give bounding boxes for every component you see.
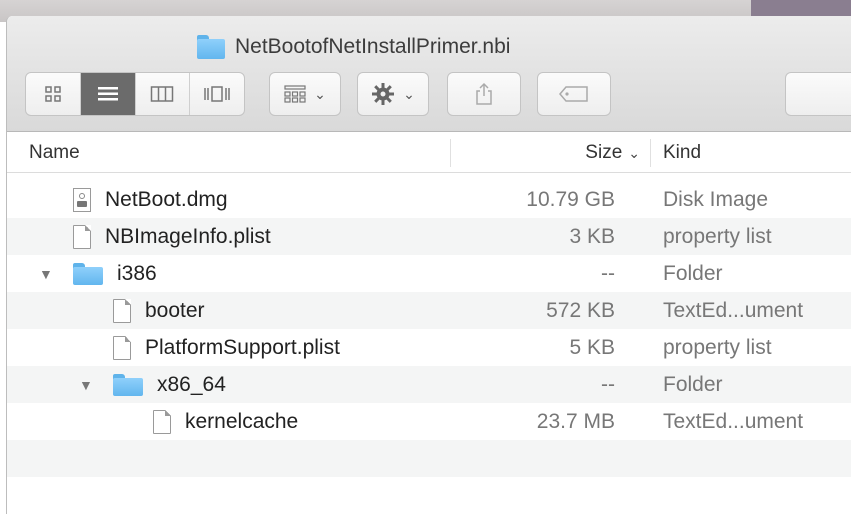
- gear-icon: [372, 83, 395, 105]
- file-name-cell: x86_64: [113, 366, 226, 403]
- file-size: 5 KB: [569, 335, 615, 359]
- empty-row: [7, 477, 851, 514]
- size-column-header[interactable]: Size ⌄: [585, 133, 640, 173]
- column-view-button[interactable]: [136, 73, 191, 115]
- document-icon: [153, 409, 171, 434]
- disclosure-triangle-icon[interactable]: ▼: [79, 366, 93, 403]
- file-name: PlatformSupport.plist: [145, 335, 340, 359]
- icon-view-icon: [45, 86, 61, 102]
- file-kind: property list: [663, 224, 772, 248]
- document-icon: [113, 335, 131, 360]
- window-title-text: NetBootofNetInstallPrimer.nbi: [235, 35, 511, 58]
- list-view-icon: [97, 87, 118, 101]
- window-title: NetBootofNetInstallPrimer.nbi: [197, 32, 510, 62]
- finder-window: NetBootofNetInstallPrimer.nbi ⌄ ⌄ Name S…: [6, 16, 851, 514]
- file-size: --: [601, 261, 615, 285]
- disclosure-triangle-icon[interactable]: ▼: [39, 255, 53, 292]
- titlebar: NetBootofNetInstallPrimer.nbi ⌄ ⌄: [7, 16, 851, 132]
- file-size: 10.79 GB: [526, 187, 615, 211]
- file-name: i386: [117, 261, 157, 285]
- action-button[interactable]: ⌄: [357, 72, 429, 116]
- chevron-down-icon: ⌄: [314, 85, 326, 102]
- file-kind: Disk Image: [663, 187, 769, 211]
- column-view-icon: [151, 86, 174, 102]
- column-header: Name Size ⌄ Kind: [7, 133, 851, 173]
- tag-button[interactable]: [537, 72, 611, 116]
- sort-chevron-icon: ⌄: [628, 144, 640, 161]
- tag-icon: [559, 86, 588, 102]
- empty-row: [7, 440, 851, 477]
- file-row[interactable]: NetBoot.dmg 10.79 GB Disk Image: [7, 181, 851, 218]
- file-kind: TextEd...ument: [663, 298, 804, 322]
- share-icon: [476, 82, 492, 105]
- file-name: kernelcache: [185, 409, 299, 433]
- file-name-cell: booter: [113, 292, 205, 329]
- name-column-header[interactable]: Name: [29, 133, 80, 173]
- arrange-button[interactable]: ⌄: [269, 72, 341, 116]
- icon-view-button[interactable]: [26, 73, 81, 115]
- folder-icon: [197, 35, 225, 59]
- file-size: 3 KB: [569, 224, 615, 248]
- file-name-cell: kernelcache: [153, 403, 298, 440]
- file-row[interactable]: NBImageInfo.plist 3 KB property list: [7, 218, 851, 255]
- document-icon: [73, 224, 91, 249]
- file-row[interactable]: kernelcache 23.7 MB TextEd...ument: [7, 403, 851, 440]
- file-size: 23.7 MB: [536, 409, 615, 433]
- file-row[interactable]: booter 572 KB TextEd...ument: [7, 292, 851, 329]
- kind-column-header[interactable]: Kind: [663, 133, 701, 173]
- file-name: x86_64: [157, 372, 226, 396]
- file-row[interactable]: ▼ i386 -- Folder: [7, 255, 851, 292]
- chevron-down-icon: ⌄: [403, 85, 415, 102]
- file-name-cell: NBImageInfo.plist: [73, 218, 271, 255]
- file-name-cell: i386: [73, 255, 157, 292]
- file-name: NetBoot.dmg: [105, 187, 228, 211]
- file-kind: TextEd...ument: [663, 409, 804, 433]
- file-name: booter: [145, 298, 205, 322]
- file-kind: Folder: [663, 372, 723, 396]
- file-list: NetBoot.dmg 10.79 GB Disk Image NBImageInfo…: [7, 181, 851, 514]
- file-kind: Folder: [663, 261, 723, 285]
- file-size: --: [601, 372, 615, 396]
- folder-icon: [113, 373, 143, 396]
- disk-image-icon: [73, 187, 91, 212]
- file-kind: property list: [663, 335, 772, 359]
- arrange-grid-icon: [284, 85, 306, 103]
- file-row[interactable]: PlatformSupport.plist 5 KB property list: [7, 329, 851, 366]
- search-field[interactable]: [785, 72, 851, 116]
- file-name-cell: NetBoot.dmg: [73, 181, 228, 218]
- file-name: NBImageInfo.plist: [105, 224, 271, 248]
- share-button[interactable]: [447, 72, 521, 116]
- file-size: 572 KB: [546, 298, 615, 322]
- file-name-cell: PlatformSupport.plist: [113, 329, 340, 366]
- cover-flow-button[interactable]: [190, 73, 244, 115]
- view-mode-segmented-control: [25, 72, 245, 116]
- folder-icon: [73, 262, 103, 285]
- cover-flow-icon: [204, 86, 230, 102]
- list-view-button[interactable]: [80, 73, 136, 115]
- document-icon: [113, 298, 131, 323]
- file-row[interactable]: ▼ x86_64 -- Folder: [7, 366, 851, 403]
